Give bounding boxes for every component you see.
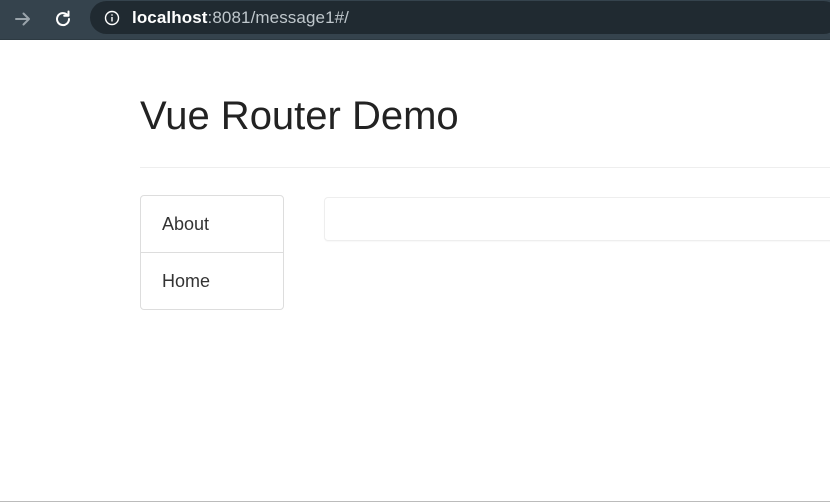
address-bar[interactable]: localhost:8081/message1#/ (90, 1, 830, 34)
url-path: :8081/message1#/ (207, 7, 350, 27)
url-text[interactable]: localhost:8081/message1#/ (132, 8, 349, 28)
browser-toolbar: localhost:8081/message1#/ (0, 0, 830, 40)
page-header: Vue Router Demo (140, 92, 830, 168)
page-content: Vue Router Demo About Home (0, 40, 830, 501)
router-view-panel (324, 197, 830, 241)
nav-item-about[interactable]: About (141, 196, 283, 252)
reload-icon (56, 10, 71, 27)
nav-item-home[interactable]: Home (141, 252, 283, 309)
forward-button[interactable] (8, 4, 38, 34)
reload-button[interactable] (48, 4, 78, 34)
url-host: localhost (132, 7, 208, 27)
info-icon[interactable] (104, 10, 120, 26)
arrow-right-icon (15, 12, 30, 26)
page-title: Vue Router Demo (140, 94, 459, 138)
nav-list: About Home (140, 195, 284, 310)
